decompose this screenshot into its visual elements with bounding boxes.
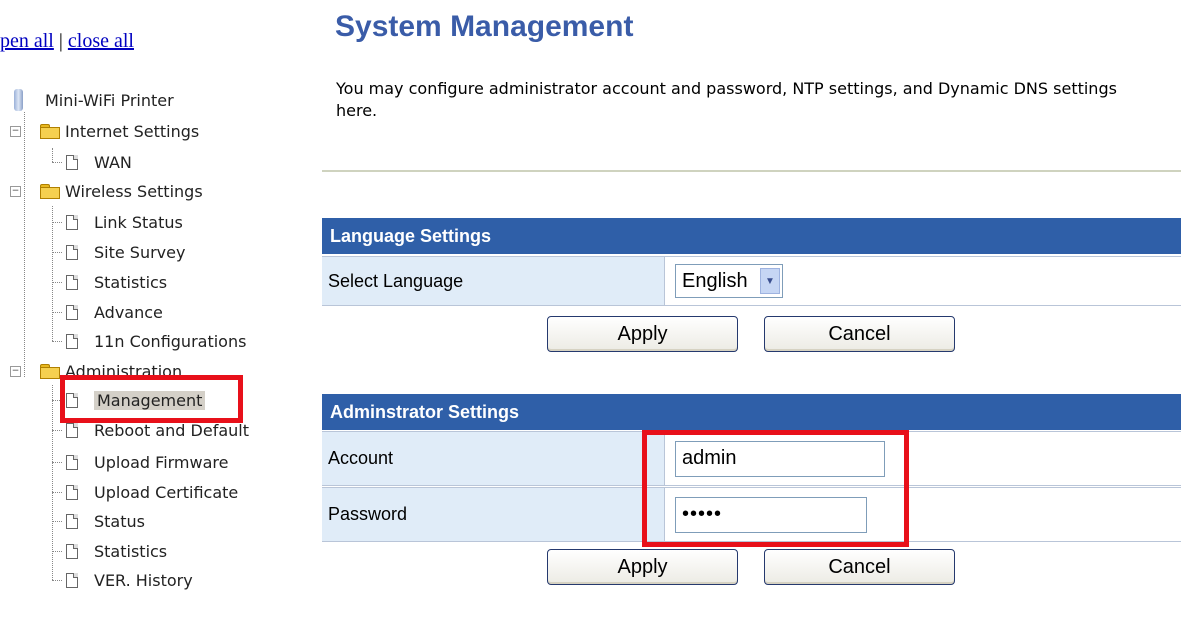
language-select-value: English bbox=[682, 269, 748, 292]
tree-item-site-survey[interactable]: Site Survey bbox=[66, 240, 185, 264]
tree-item-label: Upload Certificate bbox=[94, 482, 239, 502]
tree-connector bbox=[52, 148, 53, 162]
tree-item-upload-certificate[interactable]: Upload Certificate bbox=[66, 480, 238, 504]
tree-connector bbox=[52, 462, 62, 463]
tree-item-label: Upload Firmware bbox=[94, 452, 229, 472]
tree-connector bbox=[52, 282, 62, 283]
tree-connector bbox=[52, 492, 62, 493]
tree-item-label: Reboot and Default bbox=[94, 420, 249, 440]
page-icon bbox=[66, 304, 78, 320]
tree-folder-label: Internet Settings bbox=[65, 121, 200, 141]
admin-cancel-button[interactable]: Cancel bbox=[764, 549, 955, 585]
page-icon bbox=[66, 543, 78, 559]
open-all-link[interactable]: pen all bbox=[0, 30, 54, 52]
printer-server-icon bbox=[14, 89, 23, 111]
password-label: Password bbox=[322, 488, 665, 541]
tree-connector bbox=[52, 430, 62, 431]
tree-item-link-status[interactable]: Link Status bbox=[66, 210, 183, 234]
tree-root-label: Mini-WiFi Printer bbox=[45, 90, 174, 110]
page-icon bbox=[66, 454, 78, 470]
tree-item-label: Statistics bbox=[94, 541, 168, 561]
collapse-internet-icon[interactable]: − bbox=[10, 126, 21, 137]
page-icon bbox=[66, 244, 78, 260]
tree-item-wan[interactable]: WAN bbox=[66, 150, 132, 174]
tree-connector bbox=[52, 252, 62, 253]
tree-connector bbox=[52, 341, 62, 342]
administrator-settings-header: Adminstrator Settings bbox=[322, 394, 1181, 430]
page-icon bbox=[66, 214, 78, 230]
folder-open-icon bbox=[40, 124, 60, 139]
tree-item-label: 11n Configurations bbox=[94, 331, 247, 351]
tree-item-status[interactable]: Status bbox=[66, 509, 145, 533]
language-settings-header: Language Settings bbox=[322, 218, 1181, 254]
credentials-highlight-box bbox=[642, 430, 909, 547]
management-highlight-box bbox=[60, 375, 243, 423]
tree-root[interactable]: Mini-WiFi Printer bbox=[14, 88, 174, 112]
language-apply-button[interactable]: Apply bbox=[547, 316, 738, 352]
tree-item-11n-configurations[interactable]: 11n Configurations bbox=[66, 329, 246, 353]
tree-connector bbox=[52, 222, 62, 223]
tree-item-label: Advance bbox=[94, 302, 163, 322]
page-icon bbox=[66, 333, 78, 349]
tree-item-label: Status bbox=[94, 511, 145, 531]
tree-connector bbox=[52, 312, 62, 313]
tree-folder-wireless[interactable]: Wireless Settings bbox=[40, 179, 203, 203]
page-icon bbox=[66, 572, 78, 588]
tree-item-advance[interactable]: Advance bbox=[66, 300, 163, 324]
tree-item-label: VER. History bbox=[94, 570, 193, 590]
tree-item-upload-firmware[interactable]: Upload Firmware bbox=[66, 450, 228, 474]
language-cancel-button[interactable]: Cancel bbox=[764, 316, 955, 352]
page-icon bbox=[66, 274, 78, 290]
select-language-label: Select Language bbox=[322, 257, 665, 305]
section-divider bbox=[322, 170, 1181, 172]
folder-open-icon bbox=[40, 364, 60, 379]
page-icon bbox=[66, 513, 78, 529]
page-description: You may configure administrator account … bbox=[336, 79, 1117, 120]
tree-expand-controls: pen all | close all bbox=[0, 30, 134, 53]
link-separator: | bbox=[58, 30, 63, 52]
page-icon bbox=[66, 484, 78, 500]
chevron-down-icon[interactable]: ▼ bbox=[760, 268, 780, 294]
tree-item-ver-history[interactable]: VER. History bbox=[66, 568, 193, 592]
collapse-administration-icon[interactable]: − bbox=[10, 366, 21, 377]
tree-item-label: Site Survey bbox=[94, 242, 186, 262]
select-language-cell: English ▼ bbox=[665, 257, 1181, 305]
tree-connector bbox=[52, 551, 62, 552]
folder-open-icon bbox=[40, 184, 60, 199]
collapse-wireless-icon[interactable]: − bbox=[10, 186, 21, 197]
page-icon bbox=[66, 422, 78, 438]
tree-connector bbox=[52, 162, 62, 163]
language-select[interactable]: English ▼ bbox=[675, 264, 783, 298]
navigation-tree: pen all | close all − − − Mini-WiFi Prin… bbox=[0, 0, 310, 623]
account-label: Account bbox=[322, 432, 665, 485]
tree-connector bbox=[52, 580, 62, 581]
tree-folder-internet[interactable]: Internet Settings bbox=[40, 119, 199, 143]
page-icon bbox=[66, 154, 78, 170]
tree-item-admin-statistics[interactable]: Statistics bbox=[66, 539, 167, 563]
tree-item-label: Statistics bbox=[94, 272, 168, 292]
tree-connector bbox=[24, 112, 25, 377]
tree-item-label: Link Status bbox=[94, 212, 183, 232]
page-title: System Management bbox=[335, 10, 634, 43]
tree-item-label: WAN bbox=[94, 152, 132, 172]
select-language-row: Select Language English ▼ bbox=[322, 256, 1181, 306]
tree-folder-label: Wireless Settings bbox=[65, 181, 203, 201]
admin-apply-button[interactable]: Apply bbox=[547, 549, 738, 585]
tree-connector bbox=[52, 521, 62, 522]
tree-item-wireless-statistics[interactable]: Statistics bbox=[66, 270, 167, 294]
close-all-link[interactable]: close all bbox=[68, 30, 134, 52]
tree-connector bbox=[52, 206, 53, 341]
